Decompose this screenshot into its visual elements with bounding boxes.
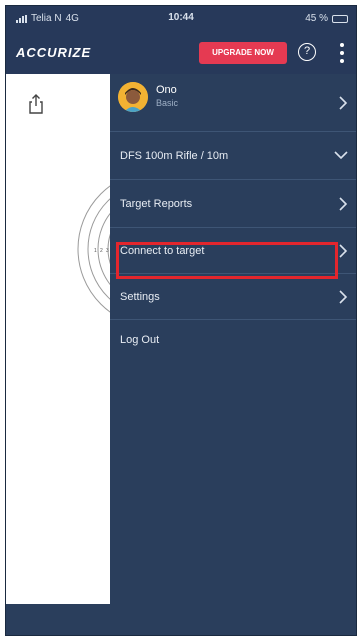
ring-label-3: 3: [106, 248, 109, 254]
target-rings: 1 2 3: [77, 185, 110, 313]
help-icon[interactable]: ?: [298, 43, 316, 61]
ring-label-1: 1: [94, 248, 97, 254]
status-right: 45 %: [305, 13, 348, 24]
rifle-selector-label: DFS 100m Rifle / 10m: [120, 150, 229, 162]
chevron-right-icon: [339, 96, 348, 110]
menu-item-label: Log Out: [120, 334, 160, 346]
menu-item-label: Settings: [120, 291, 160, 303]
phone-screen: Telia N 4G 10:44 45 % ACCURIZE UPGRADE N…: [5, 5, 357, 636]
battery-percent: 45 %: [305, 13, 328, 24]
bottom-strip: [6, 604, 110, 635]
upgrade-now-button[interactable]: UPGRADE NOW: [199, 42, 287, 64]
side-menu: Ono Basic DFS 100m Rifle / 10m Target Re…: [110, 74, 356, 635]
menu-item-label: Target Reports: [120, 198, 193, 210]
highlight-box: [116, 242, 338, 279]
avatar-icon: [118, 82, 148, 112]
chevron-right-icon: [339, 244, 348, 258]
profile-subtitle: Basic: [156, 98, 179, 108]
app-header: ACCURIZE UPGRADE NOW ?: [6, 32, 356, 74]
status-time: 10:44: [168, 12, 194, 23]
share-icon[interactable]: [28, 94, 44, 114]
chevron-right-icon: [339, 197, 348, 211]
app-logo: ACCURIZE: [16, 45, 92, 60]
status-bar: Telia N 4G 10:44 45 %: [6, 6, 356, 32]
menu-item-log-out[interactable]: Log Out: [110, 320, 356, 364]
profile-row[interactable]: Ono Basic: [110, 74, 356, 132]
menu-item-target-reports[interactable]: Target Reports: [110, 180, 356, 228]
ring-label-2: 2: [100, 248, 103, 254]
menu-item-settings[interactable]: Settings: [110, 274, 356, 320]
more-vert-icon[interactable]: [336, 40, 348, 66]
chevron-right-icon: [339, 290, 348, 304]
battery-icon: [332, 14, 348, 23]
target-view: 1 2 3: [6, 74, 110, 604]
rifle-selector[interactable]: DFS 100m Rifle / 10m: [110, 132, 356, 180]
profile-name: Ono: [156, 84, 177, 96]
chevron-down-icon: [334, 151, 348, 160]
